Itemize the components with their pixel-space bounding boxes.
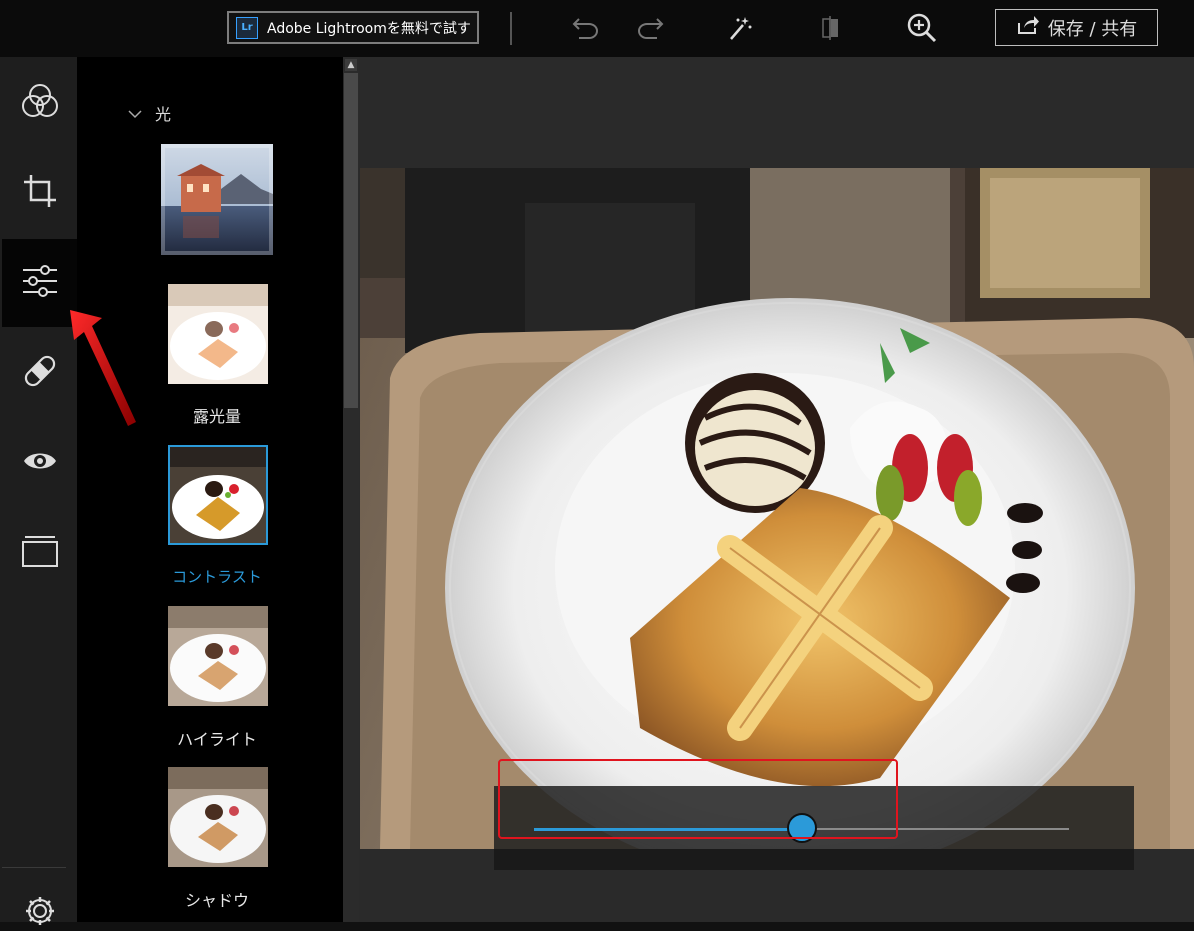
sliders-icon: [21, 263, 59, 303]
gear-icon: [24, 895, 56, 931]
rail-item-frames[interactable]: [2, 509, 77, 597]
slider-panel-footer: [494, 849, 1134, 870]
undo-icon[interactable]: [568, 12, 604, 44]
chevron-down-icon: [127, 104, 143, 123]
tool-rail: [0, 57, 77, 925]
rail-item-red-eye[interactable]: [2, 419, 77, 507]
photo-canvas: [359, 57, 1194, 922]
crop-icon: [22, 173, 58, 213]
save-share-button[interactable]: 保存 / 共有: [995, 9, 1158, 46]
top-toolbar: Lr Adobe Lightroomを無料で試す 保存 / 共有: [0, 0, 1194, 57]
rail-divider: [2, 867, 66, 868]
rail-item-healing[interactable]: [2, 329, 77, 417]
save-share-label: 保存 / 共有: [1047, 18, 1138, 40]
frame-icon: [21, 534, 59, 572]
adjust-label-contrast: コントラスト: [172, 568, 262, 586]
adjust-thumb-exposure[interactable]: [168, 284, 268, 384]
eye-icon: [22, 449, 58, 477]
adjust-thumb-shadows[interactable]: [168, 767, 268, 867]
adjust-thumb-highlights[interactable]: [168, 606, 268, 706]
rail-item-settings[interactable]: [2, 869, 77, 929]
section-header-light[interactable]: 光: [127, 101, 171, 125]
adjust-thumb-contrast[interactable]: [168, 445, 268, 545]
zoom-in-icon[interactable]: [904, 12, 940, 44]
slider-knob[interactable]: [786, 813, 817, 843]
scroll-up-icon[interactable]: ▲: [345, 59, 357, 71]
toolbar-divider: [510, 12, 512, 45]
redo-icon[interactable]: [632, 12, 668, 44]
compare-icon[interactable]: [812, 12, 848, 44]
try-lightroom-button[interactable]: Lr Adobe Lightroomを無料で試す: [227, 11, 479, 44]
try-lightroom-label: Adobe Lightroomを無料で試す: [267, 20, 471, 37]
adjustment-panel: 光 露光量 コントラスト ハイライト シャドウ: [77, 57, 343, 922]
magic-wand-icon[interactable]: [722, 12, 758, 44]
panel-scrollbar[interactable]: ▲: [343, 57, 359, 922]
adjust-label-exposure: 露光量: [192, 407, 241, 426]
adjust-label-shadows: シャドウ: [184, 891, 249, 910]
slider-track[interactable]: [801, 828, 1069, 830]
rail-item-filters[interactable]: [2, 59, 77, 147]
section-title: 光: [155, 105, 172, 124]
rail-item-crop[interactable]: [2, 149, 77, 237]
rail-item-adjust[interactable]: [2, 239, 77, 327]
lightroom-logo: Lr: [236, 16, 258, 39]
edited-photo: [360, 168, 1194, 849]
scrollbar-thumb[interactable]: [344, 73, 358, 408]
color-circles-icon: [20, 81, 60, 125]
slider-track-filled[interactable]: [534, 828, 802, 831]
bandage-icon: [20, 351, 60, 395]
adjust-label-highlights: ハイライト: [177, 730, 257, 749]
share-icon: [1016, 14, 1040, 41]
section-thumbnail: [161, 144, 273, 255]
